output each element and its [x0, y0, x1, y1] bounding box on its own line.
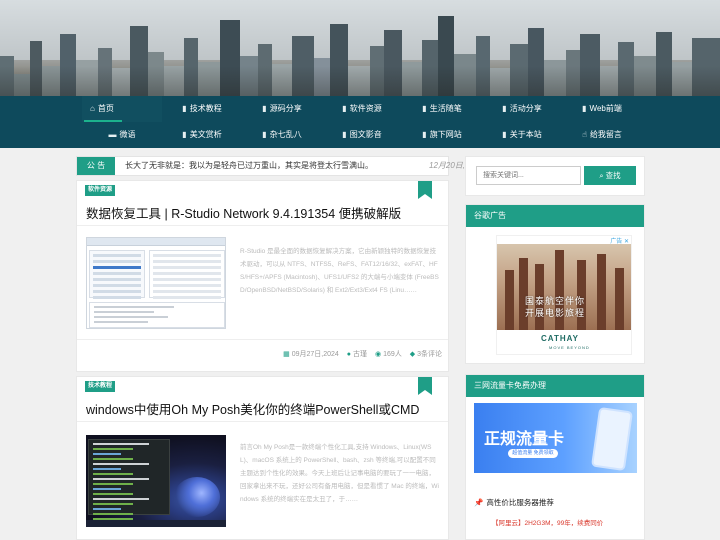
book-icon: ▮: [342, 104, 347, 113]
search-input[interactable]: [476, 166, 581, 185]
post-views: 169人: [383, 351, 402, 358]
bookmark-icon: [418, 181, 432, 199]
nav-item-label: 旗下网站: [429, 130, 462, 139]
widget-title: 三网流量卡免费办理: [466, 375, 644, 397]
calendar-icon: ▦: [283, 351, 290, 358]
bookmark-icon: [418, 377, 432, 395]
nav-item-label: 杂七乱八: [269, 130, 302, 139]
windows-desktop-screenshot: [86, 435, 226, 527]
ad-brand: CATHAY: [541, 334, 580, 343]
post-author[interactable]: 古瑾: [353, 351, 367, 358]
divider: [77, 339, 448, 340]
ad-slogan: 国泰航空伴你 开展电影旅程: [525, 297, 586, 319]
cathay-ad-banner[interactable]: 广告 ✕ 国泰航空伴你 开展电影旅程 CATHAY MOVE BEYOND: [496, 235, 632, 355]
post-category-badge[interactable]: 软件资源: [85, 185, 116, 196]
book-icon: ▮: [502, 130, 507, 139]
eye-icon: ◉: [374, 351, 382, 358]
post-meta: ▦ 09月27日,2024 ● 古瑾 ◉ 169人 ◆ 3条评论: [272, 349, 442, 359]
nav-item-label: 活动分享: [509, 104, 542, 113]
post-thumbnail[interactable]: [86, 435, 226, 527]
announcement-bar: 公 告 长大了无非就是：我以为是轻舟已过万重山，其实是将登太行雪满山。 12月2…: [76, 156, 483, 176]
nav-item-label: 生活随笔: [429, 104, 462, 113]
announcement-tag: 公 告: [77, 157, 115, 175]
search-widget: ⌕ 查找: [465, 156, 645, 196]
post-title[interactable]: windows中使用Oh My Posh美化你的终端PowerShell或CMD: [86, 399, 419, 418]
book-icon: ▮: [582, 104, 587, 113]
ad-brand-tagline: MOVE BEYOND: [549, 345, 590, 350]
recovery-window-screenshot: [86, 237, 226, 329]
home-icon: ⌂: [90, 104, 95, 113]
user-icon: ●: [346, 351, 351, 358]
nav-item[interactable]: ▮ 图文影音: [322, 122, 402, 148]
nav-item-label: 技术教程: [189, 104, 222, 113]
announcement-text[interactable]: 长大了无非就是：我以为是轻舟已过万重山，其实是将登太行雪满山。: [125, 157, 373, 175]
nav-item[interactable]: ▮ 源码分享: [242, 96, 322, 122]
nav-item[interactable]: ▬ 微语: [82, 122, 162, 148]
search-button[interactable]: ⌕ 查找: [584, 166, 636, 185]
ad-headline: 正规流量卡: [484, 429, 565, 448]
book-icon: ▮: [182, 104, 187, 113]
nav-item[interactable]: ▮ 美文赏析: [162, 122, 242, 148]
widget-title: 谷歌广告: [466, 205, 644, 227]
ruin-column: [615, 268, 624, 330]
post-title[interactable]: 数据恢复工具 | R-Studio Network 9.4.191354 便携破…: [86, 203, 401, 222]
post-category-badge[interactable]: 技术教程: [85, 381, 116, 392]
book-icon: ▮: [262, 104, 267, 113]
pin-icon: 📌: [474, 498, 484, 507]
nav-item-label: 图文影音: [349, 130, 382, 139]
nav-row-primary: ⌂ 首页 ▮ 技术教程 ▮ 源码分享 ▮ 软件资源 ▮ 生活随笔 ▮ 活动分享 ▮ Web前端: [82, 96, 642, 122]
nav-item-label: 关于本站: [509, 130, 542, 139]
nav-item[interactable]: ▮ 技术教程: [162, 96, 242, 122]
ad-cta[interactable]: 超值流量 免费领取: [508, 449, 558, 458]
chat-icon: ▬: [108, 130, 117, 139]
server-recommendation-title: 📌 高性价比服务器推荐: [474, 498, 554, 507]
nav-item-label: 美文赏析: [189, 130, 222, 139]
nav-item[interactable]: ▮ 杂七乱八: [242, 122, 322, 148]
nav-item[interactable]: ☝ 给我留言: [562, 122, 642, 148]
post-excerpt: R-Studio 是最全面的数据恢复解决方案，它由新颖独特的数据恢复技术驱动，可…: [240, 248, 439, 294]
post-date: 09月27日,2024: [291, 351, 339, 358]
divider: [77, 225, 448, 226]
nav-item-label: Web前端: [589, 104, 622, 113]
nav-item[interactable]: ▮ 旗下网站: [402, 122, 482, 148]
phone-illustration: [590, 406, 634, 472]
aliyun-deal-link[interactable]: 【阿里云】2H2G3M，99年，续费同价: [492, 517, 603, 527]
nav-item-label: 给我留言: [589, 130, 622, 139]
nav-item[interactable]: ▮ 软件资源: [322, 96, 402, 122]
post-comments[interactable]: 3条评论: [417, 351, 442, 358]
nav-item-label: 源码分享: [269, 104, 302, 113]
search-button-label: 查找: [605, 171, 621, 180]
nav-item-label: 软件资源: [349, 104, 382, 113]
post-card: 软件资源 数据恢复工具 | R-Studio Network 9.4.19135…: [76, 180, 449, 372]
book-icon: ▮: [262, 130, 267, 139]
nav-item[interactable]: ▮ 生活随笔: [402, 96, 482, 122]
google-ads-widget: 谷歌广告 广告 ✕ 国泰航空伴你 开展电影旅程 CATHAY MOVE BEYON…: [465, 204, 645, 364]
post-thumbnail[interactable]: [86, 237, 226, 329]
ruin-column: [505, 270, 514, 330]
book-icon: ▮: [502, 104, 507, 113]
nav-item-label: 微语: [119, 130, 136, 139]
nav-item[interactable]: ▮ 活动分享: [482, 96, 562, 122]
book-icon: ▮: [422, 104, 427, 113]
nav-item[interactable]: ⌂ 首页: [82, 96, 162, 122]
nav-item[interactable]: ▮ 关于本站: [482, 122, 562, 148]
book-icon: ▮: [422, 130, 427, 139]
nav-item-label: 首页: [97, 104, 114, 113]
comment-icon: ◆: [409, 351, 416, 358]
main-nav: ⌂ 首页 ▮ 技术教程 ▮ 源码分享 ▮ 软件资源 ▮ 生活随笔 ▮ 活动分享 ▮ Web前端 ▬ 微语 ▮ 美…: [0, 96, 720, 148]
banner-haze: [0, 66, 720, 96]
thumbs-up-icon: ☝: [582, 130, 587, 139]
book-icon: ▮: [342, 130, 347, 139]
book-icon: ▮: [182, 130, 187, 139]
header-banner: [0, 0, 720, 96]
post-card: 技术教程 windows中使用Oh My Posh美化你的终端PowerShel…: [76, 376, 449, 540]
nav-item[interactable]: ▮ Web前端: [562, 96, 642, 122]
traffic-card-widget: 三网流量卡免费办理 正规流量卡 超值流量 免费领取 📌 高性价比服务器推荐 【阿里…: [465, 374, 645, 540]
post-excerpt: 前言Oh My Posh是一款终端个性化工具,支持 Windows、Linux(…: [240, 444, 439, 503]
nav-row-secondary: ▬ 微语 ▮ 美文赏析 ▮ 杂七乱八 ▮ 图文影音 ▮ 旗下网站 ▮ 关于本站 ☝ 给我留言: [82, 122, 642, 148]
ruin-column: [597, 254, 606, 330]
divider: [77, 421, 448, 422]
sim-card-ad-banner[interactable]: 正规流量卡 超值流量 免费领取: [474, 403, 637, 473]
